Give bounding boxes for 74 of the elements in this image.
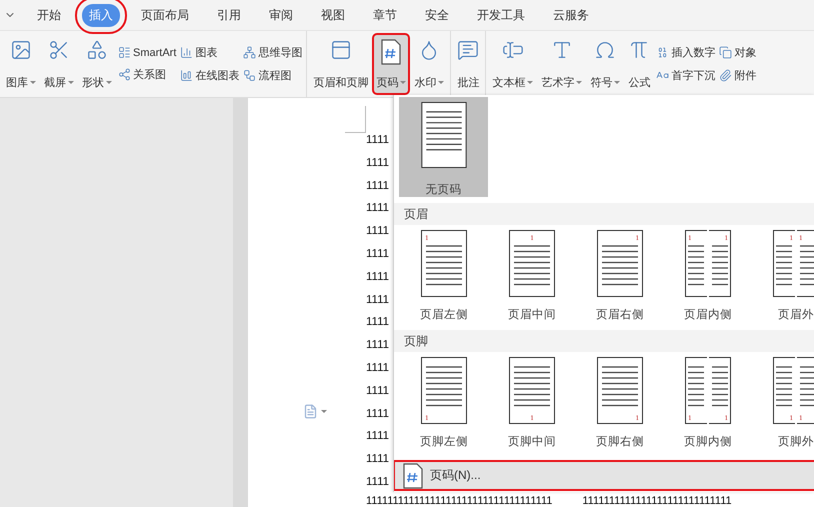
- document-text-line: 1111: [366, 384, 390, 399]
- ribbon-button[interactable]: 图库: [4, 35, 38, 93]
- ribbon-icon: [86, 39, 108, 61]
- ribbon-small-icon: [180, 69, 194, 82]
- ribbon-small-icon: [180, 46, 194, 59]
- ribbon-button[interactable]: 截屏: [42, 35, 76, 93]
- document-text-line: 11111111111111111111111111111111111: [366, 494, 552, 507]
- ribbon-button[interactable]: 公式: [626, 35, 652, 93]
- document-text-line: 1111111111111111111111111111: [582, 494, 732, 507]
- document-text-line: 1111: [366, 292, 390, 308]
- ribbon-small-button[interactable]: 首字下沉: [656, 68, 716, 83]
- menu-tab[interactable]: 安全: [418, 4, 456, 26]
- document-text-line: 1111: [366, 224, 390, 240]
- margin-mark: [345, 106, 366, 133]
- ribbon-small-button[interactable]: 思维导图: [243, 45, 302, 60]
- menu-item[interactable]: 页码(N)...: [394, 461, 814, 490]
- document-text-line: 1111: [366, 452, 390, 468]
- document-text-line: 1111: [366, 133, 390, 148]
- ribbon-button[interactable]: 页眉和页脚: [311, 35, 370, 93]
- ribbon-button[interactable]: 水印: [412, 35, 446, 93]
- ribbon-icon: [594, 39, 616, 61]
- document-text-line: 1111: [366, 474, 390, 490]
- document-icon: [303, 404, 318, 419]
- paragraph-handle[interactable]: [303, 404, 327, 419]
- page-number-icon: [380, 39, 402, 65]
- ribbon-small-icon: [118, 68, 131, 81]
- menu-tab[interactable]: 章节: [366, 4, 404, 26]
- menu-tab[interactable]: 开发工具: [470, 4, 532, 26]
- ribbon-icon: [457, 39, 480, 61]
- ribbon-small-button[interactable]: 插入数字: [656, 45, 716, 60]
- ribbon-small-button[interactable]: 流程图: [243, 68, 302, 83]
- ribbon-small-button[interactable]: 对象: [719, 45, 756, 60]
- ribbon-small-button[interactable]: 附件: [719, 68, 756, 83]
- document-text-line: 1111: [366, 246, 390, 262]
- document-text-line: 1111: [366, 360, 390, 376]
- document-text-line: 1111: [366, 338, 390, 354]
- document-text-line: 1111: [366, 315, 390, 330]
- ribbon-small-button[interactable]: 图表: [180, 45, 240, 60]
- document-text-line: 1111: [366, 429, 390, 444]
- menu-tab[interactable]: 页面布局: [134, 4, 196, 26]
- menu-option[interactable]: 无页码: [399, 97, 488, 197]
- ribbon-button[interactable]: 艺术字: [539, 35, 584, 93]
- section-header: 页脚: [394, 330, 814, 352]
- ribbon-small-icon: [243, 46, 256, 59]
- ribbon-button[interactable]: 形状: [80, 35, 114, 93]
- ribbon-small-button[interactable]: 在线图表: [180, 68, 240, 83]
- section-header: 页眉: [394, 203, 814, 225]
- ribbon-small-button[interactable]: SmartArt: [118, 46, 176, 59]
- ribbon-icon: [48, 39, 70, 61]
- ribbon-small-icon: [118, 46, 131, 59]
- ribbon-small-icon: [243, 69, 256, 82]
- ribbon-button[interactable]: 文本框: [490, 35, 536, 93]
- ribbon-button[interactable]: 页码: [374, 35, 408, 93]
- caret-icon: [321, 410, 327, 413]
- menu-tab[interactable]: 审阅: [262, 4, 300, 26]
- document-text-line: 1111: [366, 270, 390, 285]
- ribbon-small-icon: [719, 69, 732, 82]
- ribbon-icon: [502, 39, 524, 61]
- document-text-line: 1111: [366, 406, 390, 422]
- ribbon-icon: [330, 39, 352, 61]
- page-layout-drawing: [420, 102, 466, 168]
- ribbon-small-icon: [719, 46, 732, 59]
- menu-tab[interactable]: 开始: [30, 4, 68, 26]
- ribbon-button[interactable]: 批注: [455, 35, 482, 93]
- document-text-line: 1111: [366, 201, 390, 216]
- document-text-line: 1111: [366, 178, 390, 194]
- menu-tab[interactable]: 视图: [314, 4, 352, 26]
- ribbon-icon: [10, 39, 32, 61]
- ribbon-small-button[interactable]: 关系图: [118, 67, 176, 82]
- document-text-line: 1111: [366, 156, 390, 171]
- page-number-icon: [402, 462, 424, 488]
- ribbon-button[interactable]: 符号: [588, 35, 622, 93]
- menu-tab[interactable]: 引用: [210, 4, 248, 26]
- menu-tab[interactable]: 云服务: [546, 4, 596, 26]
